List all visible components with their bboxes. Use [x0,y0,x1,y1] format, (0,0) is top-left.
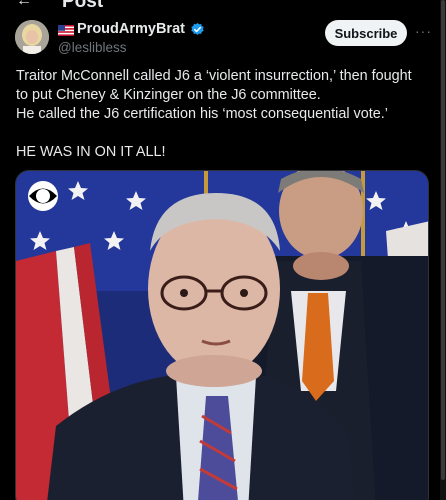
author-handle[interactable]: @leslibless [58,40,205,56]
tweet-line: to put Cheney & Kinzinger on the J6 comm… [16,87,321,103]
tweet-line: HE WAS IN ON IT ALL! [16,144,166,160]
tweet-line-spacer [16,124,436,143]
tweet-text: Traitor McConnell called J6 a ‘violent i… [16,67,436,162]
video-still-image [16,171,428,500]
author-name-row[interactable]: ProudArmyBrat [58,21,205,38]
page-title: Post [62,0,104,12]
arrow-left-icon[interactable]: ← [16,0,32,10]
tweet-line: Traitor McConnell called J6 a ‘violent i… [16,68,412,84]
us-flag-icon [58,24,74,36]
cbs-eye-icon [26,179,60,213]
verified-badge-icon [190,22,205,37]
top-bar: ← Post [0,0,446,12]
scrollbar-thumb[interactable] [441,0,445,480]
tweet-line: He called the J6 certification his ‘most… [16,106,388,122]
tweet-media-video[interactable] [15,170,429,500]
more-options-icon[interactable]: ··· [415,23,432,39]
avatar[interactable] [15,20,49,54]
author-display-name: ProudArmyBrat [77,21,185,37]
subscribe-button[interactable]: Subscribe [325,20,407,46]
author-block: ProudArmyBrat @leslibless [58,21,205,56]
